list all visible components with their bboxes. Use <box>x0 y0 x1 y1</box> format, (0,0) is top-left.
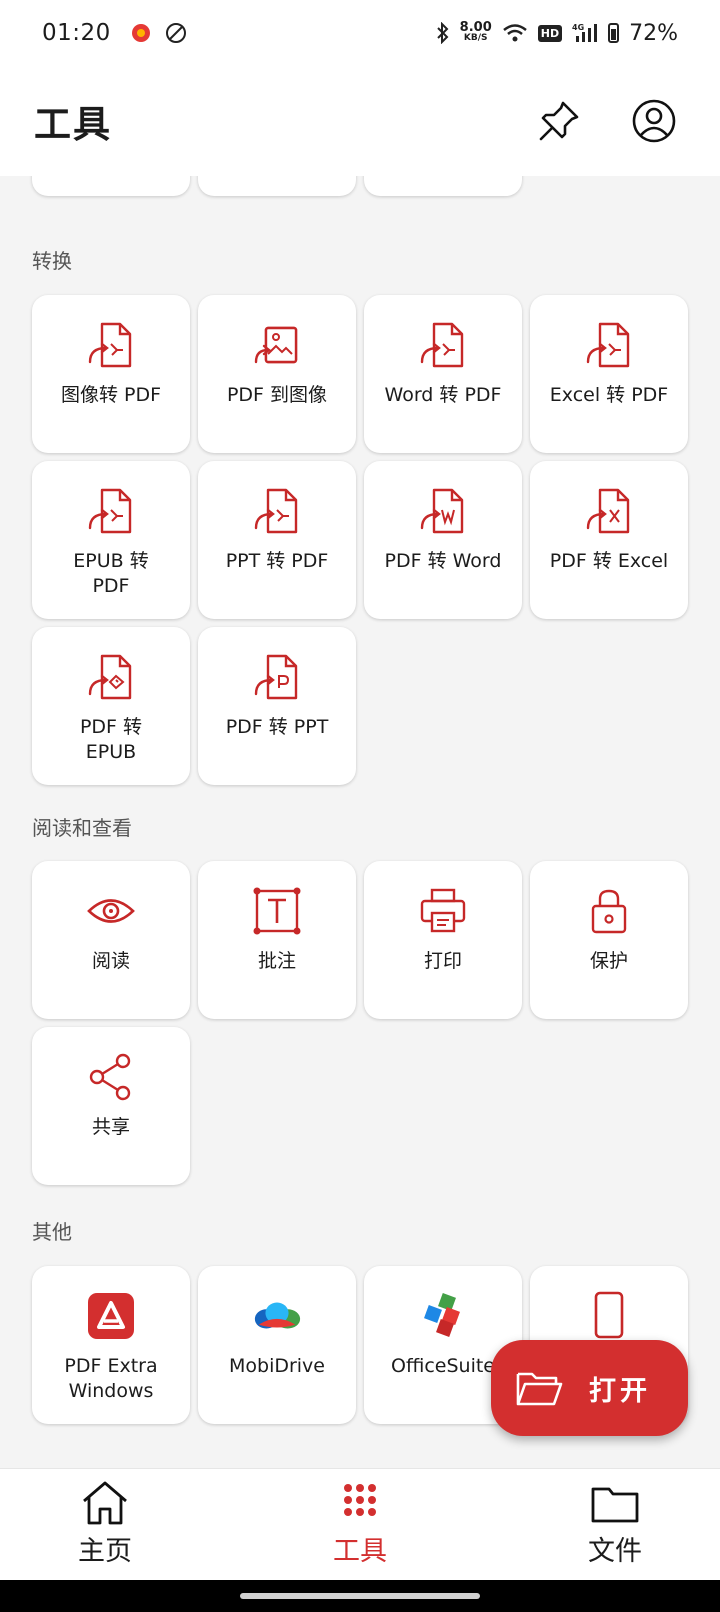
tool-label: 阅读 <box>91 950 130 972</box>
tile-partial[interactable] <box>364 176 522 196</box>
status-bar: 01:20 8.00 KB/S HD 4G 72% <box>0 0 720 66</box>
share-icon <box>85 1051 137 1103</box>
nav-label: 文件 <box>588 1536 642 1567</box>
tool-label: 保护 <box>589 950 628 972</box>
tool-annotate[interactable]: 批注 <box>198 861 356 1019</box>
nav-label: 工具 <box>333 1536 387 1567</box>
tool-pdf-to-image[interactable]: PDF 到图像 <box>198 295 356 453</box>
app-notification-icon <box>131 24 150 42</box>
tool-pdf-to-ppt[interactable]: PDF 转 PPT <box>198 627 356 785</box>
eye-icon <box>85 885 137 937</box>
ppt-to-pdf-icon <box>251 485 303 537</box>
tool-print[interactable]: 打印 <box>364 861 522 1019</box>
pdf-to-epub-icon <box>85 651 137 703</box>
nav-files[interactable]: 文件 <box>545 1479 685 1568</box>
tool-label: PDF 转 EPUB <box>79 716 143 763</box>
tool-epub-to-pdf[interactable]: EPUB 转 PDF <box>32 461 190 619</box>
tool-ppt-to-pdf[interactable]: PPT 转 PDF <box>198 461 356 619</box>
tile-partial[interactable] <box>198 176 356 196</box>
tool-pdf-extra-windows[interactable]: PDF Extra Windows <box>32 1266 190 1424</box>
tool-label: 打印 <box>423 950 462 972</box>
folder-icon <box>591 1487 639 1523</box>
bottom-navigation: 主页 工具 文件 <box>0 1468 720 1580</box>
section-title-read: 阅读和查看 <box>32 816 132 840</box>
pin-icon <box>539 101 579 141</box>
tool-label: PDF 转 Word <box>384 550 502 572</box>
tool-label: Excel 转 PDF <box>549 384 669 406</box>
tool-excel-to-pdf[interactable]: Excel 转 PDF <box>530 295 688 453</box>
pdf-extra-logo-icon <box>85 1290 137 1342</box>
mobidrive-logo-icon <box>251 1290 303 1342</box>
tool-label: EPUB 转 PDF <box>73 550 149 597</box>
battery-icon <box>608 23 620 43</box>
bluetooth-icon <box>436 22 449 44</box>
annotate-icon <box>251 885 303 937</box>
image-to-pdf-icon <box>85 319 137 371</box>
lock-icon <box>583 885 635 937</box>
tool-protect[interactable]: 保护 <box>530 861 688 1019</box>
printer-icon <box>417 885 469 937</box>
tool-read[interactable]: 阅读 <box>32 861 190 1019</box>
pin-button[interactable] <box>532 94 586 148</box>
folder-open-icon <box>516 1372 563 1406</box>
tool-label: MobiDrive <box>228 1355 325 1377</box>
tool-image-to-pdf[interactable]: 图像转 PDF <box>32 295 190 453</box>
tool-pdf-to-excel[interactable]: PDF 转 Excel <box>530 461 688 619</box>
cell-signal-icon: 4G <box>572 23 598 42</box>
home-indicator[interactable] <box>240 1593 480 1599</box>
app-header: 工具 <box>0 66 720 176</box>
word-to-pdf-icon <box>417 319 469 371</box>
open-file-fab[interactable]: 打开 <box>491 1340 688 1436</box>
tile-partial[interactable] <box>32 176 190 196</box>
nav-tools[interactable]: 工具 <box>290 1479 430 1568</box>
notification-icons <box>131 22 187 44</box>
gesture-bar <box>0 1580 720 1612</box>
pdf-to-word-icon <box>417 485 469 537</box>
pdf-to-ppt-icon <box>251 651 303 703</box>
officesuite-logo-icon <box>417 1290 469 1342</box>
tool-label: PDF 到图像 <box>226 384 328 406</box>
tool-pdf-to-epub[interactable]: PDF 转 EPUB <box>32 627 190 785</box>
tool-label: PDF 转 Excel <box>549 550 669 572</box>
account-icon <box>632 99 676 143</box>
page-title: 工具 <box>34 103 112 146</box>
nav-home[interactable]: 主页 <box>35 1479 175 1568</box>
net-speed-value: 8.00 <box>459 20 492 35</box>
no-ads-icon <box>165 23 186 43</box>
status-time: 01:20 <box>42 20 111 46</box>
svg-text:4G: 4G <box>572 23 584 32</box>
tool-pdf-to-word[interactable]: PDF 转 Word <box>364 461 522 619</box>
net-speed-unit: KB/S <box>463 33 488 43</box>
wifi-icon <box>502 24 527 42</box>
grid-dots-icon <box>344 1484 376 1516</box>
excel-to-pdf-icon <box>583 319 635 371</box>
hd-badge: HD <box>537 24 563 42</box>
status-right: 8.00 KB/S HD 4G 72% <box>436 21 678 46</box>
tool-label: PPT 转 PDF <box>225 550 329 572</box>
section-title-convert: 转换 <box>32 249 72 273</box>
nav-label: 主页 <box>78 1536 132 1567</box>
tool-label: 图像转 PDF <box>60 384 162 406</box>
tool-word-to-pdf[interactable]: Word 转 PDF <box>364 295 522 453</box>
app-logo-icon <box>583 1290 635 1342</box>
section-title-other: 其他 <box>32 1220 72 1244</box>
pdf-to-image-icon <box>251 319 303 371</box>
tool-label: 批注 <box>257 950 296 972</box>
tool-mobidrive[interactable]: MobiDrive <box>198 1266 356 1424</box>
tool-label: OfficeSuite <box>391 1355 495 1377</box>
tools-scroll-area[interactable]: 转换 图像转 PDF PDF 到图像 Word 转 PDF Excel 转 PD… <box>0 176 720 1468</box>
account-button[interactable] <box>627 94 681 148</box>
home-icon <box>83 1481 127 1525</box>
tool-label: 共享 <box>91 1116 130 1138</box>
network-speed: 8.00 KB/S <box>459 20 492 44</box>
tool-label: Word 转 PDF <box>384 384 502 406</box>
pdf-to-excel-icon <box>583 485 635 537</box>
tool-share[interactable]: 共享 <box>32 1027 190 1185</box>
tool-label: PDF Extra Windows <box>64 1355 158 1402</box>
battery-level: 72% <box>629 20 678 46</box>
epub-to-pdf-icon <box>85 485 137 537</box>
fab-label: 打开 <box>589 1375 651 1407</box>
tool-label: PDF 转 PPT <box>225 716 329 738</box>
